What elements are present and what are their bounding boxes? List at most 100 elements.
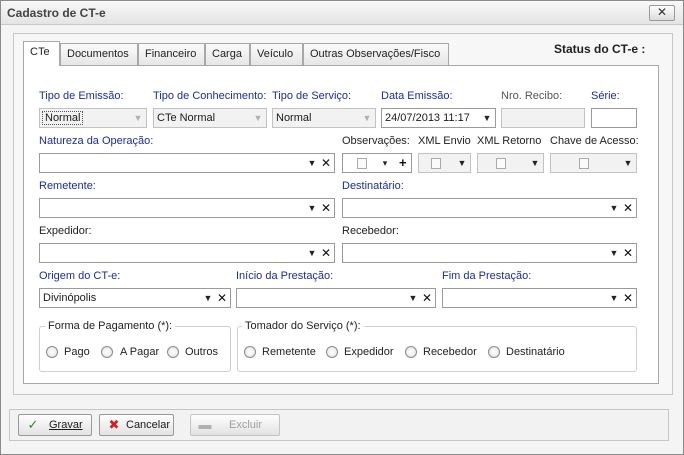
serie-input[interactable] (591, 108, 637, 128)
chevron-down-icon[interactable]: ▼ (608, 201, 620, 215)
tipo-conhecimento-select[interactable]: CTe Normal ▼ (153, 108, 267, 128)
natureza-label: Natureza da Operação: (39, 135, 154, 147)
tab-cte[interactable]: CTe (23, 41, 60, 66)
tomador-title: Tomador do Serviço (*): (242, 320, 364, 332)
gravar-label: Gravar (49, 419, 83, 431)
xml-retorno-label: XML Retorno (477, 135, 542, 147)
radio-pago[interactable] (46, 346, 58, 358)
tab-documentos[interactable]: Documentos (60, 43, 138, 65)
clear-x-icon[interactable]: ✕ (319, 245, 333, 261)
serie-label: Série: (591, 90, 620, 102)
radio-outros-label[interactable]: Outros (185, 346, 218, 358)
document-icon (579, 158, 589, 169)
data-emissao-input[interactable]: 24/07/2013 11:17 ▼ (381, 108, 496, 128)
xml-envio-field[interactable]: ▼ (418, 153, 471, 173)
chevron-down-icon[interactable]: ▼ (306, 156, 318, 170)
pagamento-title: Forma de Pagamento (*): (45, 320, 176, 332)
cancelar-label: Cancelar (126, 419, 171, 431)
chevron-down-icon[interactable]: ▼ (608, 246, 620, 260)
clear-x-icon[interactable]: ✕ (215, 290, 229, 306)
nro-recibo-input (501, 108, 585, 128)
plus-icon[interactable]: + (399, 155, 407, 171)
clear-x-icon[interactable]: ✕ (621, 245, 635, 261)
xml-envio-label: XML Envio (418, 135, 471, 147)
title-bar: Cadastro de CT-e ✕ (1, 1, 683, 25)
tab-veiculo[interactable]: Veículo (250, 43, 303, 65)
chevron-down-icon[interactable]: ▼ (608, 291, 620, 305)
radio-destinatario[interactable] (488, 346, 500, 358)
tipo-servico-select[interactable]: Normal ▼ (272, 108, 376, 128)
gravar-button[interactable]: ✓ Gravar (18, 414, 92, 436)
natureza-select[interactable]: ▼ ✕ (39, 153, 335, 173)
status-label: Status do CT-e : (554, 42, 646, 56)
tipo-conhecimento-value: CTe Normal (157, 112, 216, 124)
document-icon (431, 158, 441, 169)
destinatario-label: Destinatário: (342, 180, 404, 192)
fim-prestacao-select[interactable]: ▼ ✕ (442, 288, 637, 308)
xml-retorno-field[interactable]: ▼ (477, 153, 544, 173)
excluir-label: Excluir (229, 419, 263, 431)
chave-acesso-field[interactable]: ▼ (550, 153, 637, 173)
tab-financeiro[interactable]: Financeiro (138, 43, 205, 65)
clear-x-icon[interactable]: ✕ (319, 200, 333, 216)
radio-outros[interactable] (167, 346, 179, 358)
data-emissao-label: Data Emissão: (381, 90, 453, 102)
chave-acesso-label: Chave de Acesso: (550, 135, 639, 147)
tipo-servico-value: Normal (276, 112, 312, 124)
chevron-down-icon[interactable]: ▼ (252, 111, 264, 125)
tipo-servico-label: Tipo de Serviço: (272, 90, 352, 102)
chevron-down-icon[interactable]: ▼ (202, 291, 214, 305)
radio-a-pagar-label[interactable]: A Pagar (120, 346, 159, 358)
data-emissao-value: 24/07/2013 11:17 (385, 112, 470, 124)
chevron-down-icon[interactable]: ▼ (407, 291, 419, 305)
window-title: Cadastro de CT-e (7, 6, 106, 20)
action-toolbar: ✓ Gravar ✖ Cancelar ▬ Excluir (9, 409, 669, 441)
recebedor-select[interactable]: ▼ ✕ (342, 243, 637, 263)
minus-icon: ▬ (198, 417, 212, 432)
cte-window: Cadastro de CT-e ✕ CTe Documentos Financ… (0, 0, 684, 455)
radio-expedidor[interactable] (326, 346, 338, 358)
radio-destinatario-label[interactable]: Destinatário (506, 346, 565, 358)
cancelar-button[interactable]: ✖ Cancelar (99, 414, 174, 436)
document-icon (496, 158, 506, 169)
destinatario-select[interactable]: ▼ ✕ (342, 198, 637, 218)
observacoes-label: Observações: (342, 135, 410, 147)
chevron-down-icon[interactable]: ▼ (456, 156, 468, 170)
radio-remetente[interactable] (244, 346, 256, 358)
tab-carga[interactable]: Carga (205, 43, 250, 65)
remetente-select[interactable]: ▼ ✕ (39, 198, 335, 218)
tab-outras-observacoes[interactable]: Outras Observações/Fisco (303, 43, 449, 65)
observacoes-field[interactable]: ▾ + (342, 153, 412, 173)
radio-a-pagar[interactable] (101, 346, 113, 358)
check-icon: ✓ (27, 417, 39, 432)
radio-recebedor-label[interactable]: Recebedor (423, 346, 477, 358)
chevron-down-icon[interactable]: ▼ (132, 111, 144, 125)
chevron-down-icon[interactable]: ▼ (529, 156, 541, 170)
close-icon: ✕ (656, 5, 668, 19)
radio-expedidor-label[interactable]: Expedidor (344, 346, 394, 358)
origem-value: Divinópolis (43, 292, 97, 304)
chevron-down-icon[interactable]: ▼ (361, 111, 373, 125)
chevron-down-icon[interactable]: ▼ (481, 111, 493, 125)
remetente-label: Remetente: (39, 180, 96, 192)
chevron-down-icon[interactable]: ▼ (622, 156, 634, 170)
chevron-down-icon[interactable]: ▼ (306, 246, 318, 260)
clear-x-icon[interactable]: ✕ (420, 290, 434, 306)
close-button[interactable]: ✕ (649, 5, 675, 21)
excluir-button[interactable]: ▬ Excluir (190, 414, 280, 436)
recebedor-label: Recebedor: (342, 225, 399, 237)
clear-x-icon[interactable]: ✕ (621, 200, 635, 216)
tipo-emissao-select[interactable]: Normal ▼ (39, 108, 147, 128)
clear-x-icon[interactable]: ✕ (319, 155, 333, 171)
document-icon (357, 158, 367, 169)
radio-recebedor[interactable] (405, 346, 417, 358)
inicio-prestacao-select[interactable]: ▼ ✕ (236, 288, 436, 308)
radio-remetente-label[interactable]: Remetente (262, 346, 316, 358)
tipo-conhecimento-label: Tipo de Conhecimento: (153, 90, 267, 102)
origem-select[interactable]: Divinópolis ▼ ✕ (39, 288, 231, 308)
chevron-down-icon[interactable]: ▼ (306, 201, 318, 215)
chevron-down-icon[interactable]: ▾ (379, 156, 391, 170)
expedidor-select[interactable]: ▼ ✕ (39, 243, 335, 263)
clear-x-icon[interactable]: ✕ (621, 290, 635, 306)
radio-pago-label[interactable]: Pago (64, 346, 90, 358)
